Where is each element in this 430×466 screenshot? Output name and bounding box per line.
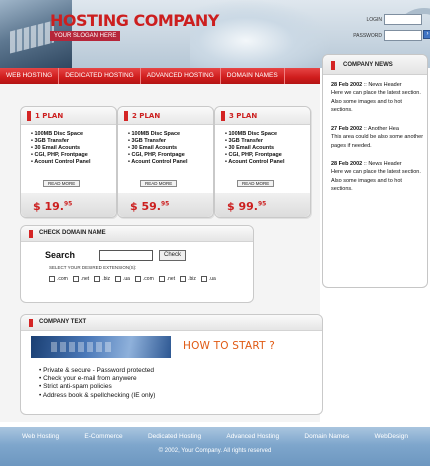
check-button[interactable]: Check — [159, 250, 187, 261]
panel-title: CHECK DOMAIN NAME — [39, 230, 106, 236]
news-text: Here we can place the latest section. Al… — [331, 169, 421, 193]
read-more-button[interactable]: READ MORE — [237, 180, 275, 187]
plan-feature: CGI, PHP, Frontpage — [128, 152, 213, 159]
keyboard-image — [31, 336, 171, 358]
extension-checkbox[interactable] — [200, 276, 207, 282]
news-date: 27 Feb 2002 — [331, 126, 363, 132]
plan-feature: 100MB Disc Space — [31, 131, 116, 138]
plan-price: $ 19.95 — [33, 200, 73, 213]
plan-feature: 100MB Disc Space — [225, 131, 310, 138]
extension-list: .com .net .biz .ua .com .net .biz .ua — [49, 276, 216, 282]
extension-option: .ua — [200, 276, 216, 282]
footer-link-domain-names[interactable]: Domain Names — [304, 433, 349, 440]
news-text: This area could be also some another pag… — [331, 134, 424, 149]
news-item: 28 Feb 2002 :: News Header Here we can p… — [331, 161, 421, 193]
arrow-right-icon[interactable]: › — [423, 30, 430, 39]
plan-feature: Acount Control Panel — [128, 159, 213, 166]
copyright: © 2002, Your Company. All rights reserve… — [0, 445, 430, 466]
feature-bullet: Address book & spellchecking (IE only) — [39, 392, 156, 400]
main-nav: WEB HOSTING DEDICATED HOSTING ADVANCED H… — [0, 68, 320, 84]
nav-dedicated-hosting[interactable]: DEDICATED HOSTING — [59, 68, 141, 84]
check-domain-panel: CHECK DOMAIN NAME Search Check SELECT YO… — [20, 225, 254, 303]
nav-advanced-hosting[interactable]: ADVANCED HOSTING — [141, 68, 221, 84]
plan-title: 2 PLAN — [132, 112, 161, 120]
read-more-button[interactable]: READ MORE — [140, 180, 178, 187]
footer-link-advanced-hosting[interactable]: Advanced Hosting — [226, 433, 279, 440]
extension-checkbox[interactable] — [72, 276, 79, 282]
plan-feature: 30 Email Acounts — [225, 145, 310, 152]
search-label: Search — [45, 250, 76, 260]
news-text: Here we can place the latest section. Al… — [331, 90, 421, 114]
extension-option: .net — [72, 276, 89, 282]
plan-feature: CGI, PHP, Frontpage — [31, 152, 116, 159]
plan-feature: 30 Email Acounts — [31, 145, 116, 152]
news-date: 28 Feb 2002 — [331, 82, 363, 88]
news-item: 28 Feb 2002 :: News Header Here we can p… — [331, 82, 421, 114]
plan-title: 3 PLAN — [229, 112, 258, 120]
plan-feature: 3GB Transfer — [128, 138, 213, 145]
extension-checkbox[interactable] — [158, 276, 165, 282]
extension-option: .biz — [180, 276, 196, 282]
feature-bullet: Private & secure - Password protected — [39, 367, 155, 375]
panel-title: COMPANY NEWS — [343, 62, 393, 68]
plan-feature: 3GB Transfer — [225, 138, 310, 145]
plan-card: 1 PLAN 100MB Disc Space 3GB Transfer 30 … — [20, 106, 117, 218]
footer-link-dedicated-hosting[interactable]: Dedicated Hosting — [148, 433, 201, 440]
nav-domain-names[interactable]: DOMAIN NAMES — [221, 68, 285, 84]
plan-card: 3 PLAN 100MB Disc Space 3GB Transfer 30 … — [214, 106, 311, 218]
news-header-link[interactable]: Another Hea — [368, 126, 399, 132]
extension-option: .net — [158, 276, 175, 282]
footer-link-webdesign[interactable]: WebDesign — [374, 433, 407, 440]
password-label: PASSWORD — [353, 33, 382, 39]
news-header-link[interactable]: News Header — [368, 161, 401, 167]
login-form: LOGIN PASSWORD › — [330, 14, 430, 46]
plan-feature: Acount Control Panel — [225, 159, 310, 166]
extension-checkbox[interactable] — [114, 276, 121, 282]
extension-checkbox[interactable] — [49, 276, 55, 282]
footer-link-web-hosting[interactable]: Web Hosting — [22, 433, 59, 440]
extension-instructions: SELECT YOUR DESIRED EXTENSION(S): — [49, 265, 137, 270]
news-header-link[interactable]: News Header — [368, 82, 401, 88]
password-input[interactable] — [384, 30, 422, 41]
news-item: 27 Feb 2002 :: Another Hea This area cou… — [331, 126, 424, 149]
extension-checkbox[interactable] — [180, 276, 187, 282]
company-text-panel: COMPANY TEXT HOW TO START ? Private & se… — [20, 314, 323, 415]
nav-web-hosting[interactable]: WEB HOSTING — [0, 68, 60, 84]
plan-title: 1 PLAN — [35, 112, 64, 120]
news-date: 28 Feb 2002 — [331, 161, 363, 167]
plan-price: $ 59.95 — [130, 200, 170, 213]
feature-bullet: Strict anti-spam policies — [39, 383, 155, 391]
login-label: LOGIN — [366, 17, 382, 23]
plan-feature: 30 Email Acounts — [128, 145, 213, 152]
feature-bullet: Check your e-mail from anywere — [39, 375, 155, 383]
panel-title: COMPANY TEXT — [39, 319, 87, 325]
company-news-panel: COMPANY NEWS 28 Feb 2002 :: News Header … — [322, 54, 428, 288]
read-more-button[interactable]: READ MORE — [43, 180, 81, 187]
plan-card: 2 PLAN 100MB Disc Space 3GB Transfer 30 … — [117, 106, 214, 218]
domain-search-input[interactable] — [99, 250, 153, 261]
extension-checkbox[interactable] — [94, 276, 101, 282]
extension-option: .biz — [94, 276, 110, 282]
extension-option: .com — [134, 276, 154, 282]
site-slogan: YOUR SLOGAN HERE — [50, 31, 121, 41]
plan-feature: CGI, PHP, Frontpage — [225, 152, 310, 159]
how-to-start-heading: HOW TO START ? — [183, 340, 275, 352]
plan-feature: 100MB Disc Space — [128, 131, 213, 138]
plan-price: $ 99.95 — [227, 200, 267, 213]
footer-nav: Web Hosting E-Commerce Dedicated Hosting… — [0, 427, 430, 445]
extension-checkbox[interactable] — [134, 276, 141, 282]
extension-option: .ua — [114, 276, 130, 282]
plan-feature: 3GB Transfer — [31, 138, 116, 145]
plan-feature: Acount Control Panel — [31, 159, 116, 166]
footer-link-ecommerce[interactable]: E-Commerce — [84, 433, 122, 440]
extension-option: .com — [49, 276, 68, 282]
login-input[interactable] — [384, 14, 422, 25]
site-title: HOSTING COMPANY — [50, 11, 219, 30]
